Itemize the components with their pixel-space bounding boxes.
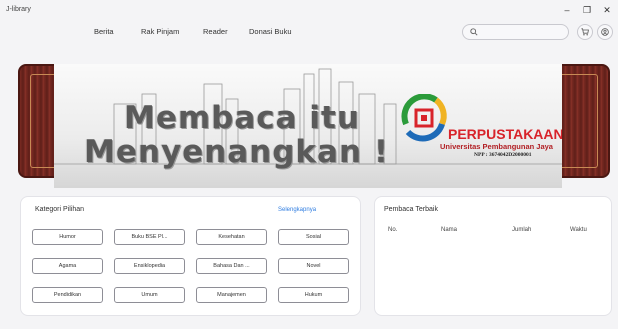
column-header-waktu: Waktu	[570, 227, 587, 233]
app-title: J-library	[6, 6, 31, 13]
category-ensiklopedia[interactable]: Ensiklopedia	[114, 258, 185, 274]
categories-title: Kategori Pilihan	[35, 206, 85, 213]
banner-headline-line2: Menyenangkan !	[84, 134, 389, 170]
search-input[interactable]	[481, 26, 566, 38]
category-novel[interactable]: Novel	[278, 258, 349, 274]
profile-button[interactable]	[597, 24, 613, 40]
library-npp: NPP : 3674042D2000001	[474, 152, 532, 158]
close-button[interactable]: ✕	[600, 3, 614, 17]
library-subtitle: Universitas Pembangunan Jaya	[440, 142, 553, 151]
search-box[interactable]	[462, 24, 569, 40]
category-pendidikan[interactable]: Pendidikan	[32, 287, 103, 303]
category-sosial[interactable]: Sosial	[278, 229, 349, 245]
user-icon	[601, 28, 609, 36]
search-icon	[470, 28, 478, 36]
app-window: J-library – ❐ ✕ Berita Rak Pinjam Reader…	[0, 0, 618, 329]
category-bahasa[interactable]: Bahasa Dan ...	[196, 258, 267, 274]
nav-item-donasi-buku[interactable]: Donasi Buku	[249, 27, 292, 36]
top-readers-card: Pembaca Terbaik No. Nama Jumlah Waktu	[374, 196, 612, 316]
banner-image: Membaca itu Menyenangkan ! PERPUSTAKAAN …	[54, 64, 562, 188]
title-bar: J-library – ❐ ✕	[0, 0, 618, 22]
banner-headline-line1: Membaca itu	[124, 100, 360, 136]
nav-item-rak-pinjam[interactable]: Rak Pinjam	[141, 27, 179, 36]
category-hukum[interactable]: Hukum	[278, 287, 349, 303]
column-header-no: No.	[388, 227, 398, 233]
category-buku-bse[interactable]: Buku BSE Pl...	[114, 229, 185, 245]
category-humor[interactable]: Humor	[32, 229, 103, 245]
cart-button[interactable]	[577, 24, 593, 40]
category-kesehatan[interactable]: Kesehatan	[196, 229, 267, 245]
maximize-button[interactable]: ❐	[580, 3, 594, 17]
category-agama[interactable]: Agama	[32, 258, 103, 274]
minimize-button[interactable]: –	[560, 3, 574, 17]
top-readers-title: Pembaca Terbaik	[384, 206, 438, 213]
library-name: PERPUSTAKAAN	[448, 126, 562, 142]
nav-item-reader[interactable]: Reader	[203, 27, 228, 36]
see-all-link[interactable]: Selengkapnya	[278, 207, 316, 213]
category-umum[interactable]: Umum	[114, 287, 185, 303]
nav-item-berita[interactable]: Berita	[94, 27, 114, 36]
column-header-jumlah: Jumlah	[512, 227, 532, 233]
cart-icon	[581, 28, 589, 36]
library-logo-icon	[401, 94, 447, 142]
categories-card: Kategori Pilihan Selengkapnya Humor Buku…	[20, 196, 361, 316]
column-header-nama: Nama	[441, 227, 458, 233]
category-manajemen[interactable]: Manajemen	[196, 287, 267, 303]
